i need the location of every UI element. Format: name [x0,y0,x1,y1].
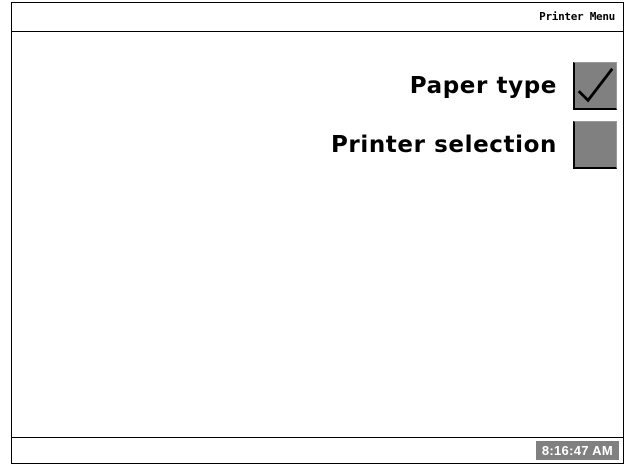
page-title: Printer Menu [539,10,615,23]
printer-selection-label: Printer selection [330,132,557,158]
printer-menu-screen: Printer Menu Paper type Printer selectio… [11,2,624,464]
paper-type-checkbox[interactable] [573,62,617,110]
menu-item-printer-selection[interactable]: Printer selection [331,119,617,171]
paper-type-label: Paper type [409,73,557,99]
status-bar: 8:16:47 AM [12,437,623,463]
title-bar: Printer Menu [12,3,623,32]
menu-item-paper-type[interactable]: Paper type [410,60,617,112]
clock-display: 8:16:47 AM [535,441,619,460]
printer-selection-checkbox[interactable] [573,121,617,169]
checkmark-icon [577,67,614,103]
